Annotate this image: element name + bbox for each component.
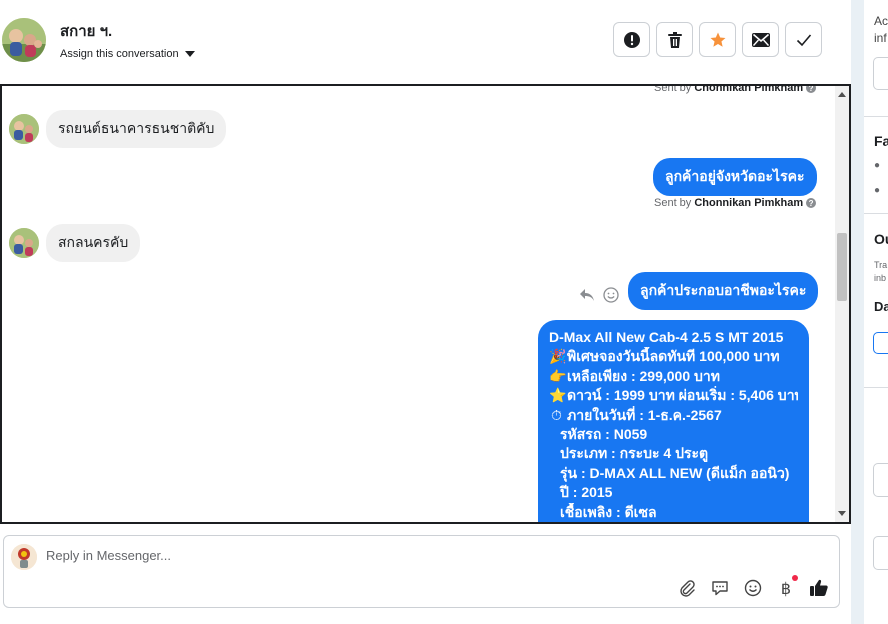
contact-details-sidebar: Ac inf Fa ● ● Ou Tra inb Da <box>864 0 888 624</box>
incoming-message[interactable]: รถยนต์ธนาคารธนชาติคับ <box>46 110 227 148</box>
incoming-message[interactable]: สกลนครคับ <box>46 224 141 262</box>
vehicle-listing-message[interactable]: D-Max All New Cab-4 2.5 S MT 2015 🎉พิเศษ… <box>538 320 809 522</box>
listing-line: D-Max All New Cab-4 2.5 S MT 2015 <box>549 329 784 345</box>
help-icon[interactable]: ? <box>806 198 817 208</box>
emoji-icon[interactable] <box>743 578 763 598</box>
listing-line: ⭐ดาวน์ : 1999 บาท ผ่อนเริ่ม : 5,406 บาท <box>549 386 798 405</box>
mark-unread-button[interactable] <box>613 22 650 57</box>
star-icon <box>710 32 725 47</box>
reply-composer: ฿ <box>3 535 840 608</box>
listing-line: ปี : 2015 <box>560 484 613 501</box>
contact-avatar[interactable] <box>2 18 46 62</box>
party-icon: 🎉 <box>549 348 567 365</box>
attachment-icon[interactable] <box>677 578 697 598</box>
help-icon[interactable]: ? <box>806 86 817 93</box>
clock-icon: ● <box>874 160 881 171</box>
app-root: สกาย ฯ. Assign this conversation Sent by… <box>0 0 888 624</box>
listing-line: ⏱ ภายในวันที่ : 1-ธ.ค.-2567 <box>549 406 798 425</box>
listing-line: 👉เหลือเพียง : 299,000 บาท <box>549 367 798 386</box>
react-emoji-icon[interactable] <box>603 287 619 303</box>
conversation-actions <box>613 22 822 57</box>
contact-name: สกาย ฯ. <box>60 23 113 40</box>
scroll-down-arrow-icon[interactable] <box>838 511 846 516</box>
message-tools <box>579 287 619 303</box>
composer-tools: ฿ <box>677 575 829 598</box>
listing-line: รหัสรถ : N059 <box>560 426 648 443</box>
outgoing-message[interactable]: ลูกค้าอยู่จังหวัดอะไรคะ <box>653 158 817 196</box>
listing-line: เชื้อเพลิง : ดีเซล <box>560 503 657 520</box>
listing-line: 🎉พิเศษจองวันนี้ลดทันที 100,000 บาท <box>549 347 798 366</box>
delete-button[interactable] <box>656 22 693 57</box>
sent-by-label: Sent by Chonnikan Pimkham ? <box>654 197 817 209</box>
mark-done-button[interactable] <box>785 22 822 57</box>
sent-by-label: Sent by Chonnikan Pimkham ? <box>654 86 817 94</box>
listing-line: ประเภท : กระบะ 4 ประตู <box>560 445 709 462</box>
page-avatar <box>11 544 37 570</box>
message-thread[interactable]: Sent by Chonnikan Pimkham ? รถยนต์ธนาคาร… <box>0 84 851 524</box>
check-icon <box>796 33 811 46</box>
sidebar-field[interactable] <box>873 536 888 570</box>
reply-input[interactable] <box>46 548 746 563</box>
contact-avatar-small[interactable] <box>9 228 39 258</box>
assign-conversation-dropdown[interactable]: Assign this conversation <box>60 48 195 60</box>
scroll-up-arrow-icon[interactable] <box>838 92 846 97</box>
star-button[interactable] <box>699 22 736 57</box>
payment-icon[interactable]: ฿ <box>776 575 798 598</box>
sidebar-button[interactable] <box>873 57 888 90</box>
stopwatch-icon: ⏱ <box>551 406 562 423</box>
sidebar-field[interactable] <box>873 463 888 497</box>
contact-avatar-small[interactable] <box>9 114 39 144</box>
trash-icon <box>667 31 682 48</box>
like-icon[interactable] <box>809 578 829 598</box>
outgoing-message[interactable]: ลูกค้าประกอบอาชีพอะไรคะ <box>628 272 819 310</box>
conversation-header: สกาย ฯ. Assign this conversation <box>0 0 851 84</box>
thread-scrollbar[interactable] <box>835 86 849 522</box>
pointing-hand-icon: 👉 <box>549 367 567 384</box>
star-emoji-icon: ⭐ <box>549 387 567 404</box>
envelope-icon <box>751 32 770 47</box>
reply-icon[interactable] <box>579 288 595 302</box>
location-pin-icon: ● <box>874 185 881 196</box>
chat-panel: สกาย ฯ. Assign this conversation Sent by… <box>0 0 851 624</box>
alert-icon <box>623 31 640 48</box>
caret-down-icon <box>184 51 195 57</box>
scroll-thumb[interactable] <box>837 233 847 301</box>
saved-reply-icon[interactable] <box>710 578 730 598</box>
sidebar-checkbox[interactable] <box>873 332 888 354</box>
notification-dot <box>792 575 798 581</box>
assign-label: Assign this conversation <box>60 48 179 60</box>
email-button[interactable] <box>742 22 779 57</box>
listing-line: รุ่น : D-MAX ALL NEW (ดีแม็ก ออนิว) <box>560 464 790 481</box>
